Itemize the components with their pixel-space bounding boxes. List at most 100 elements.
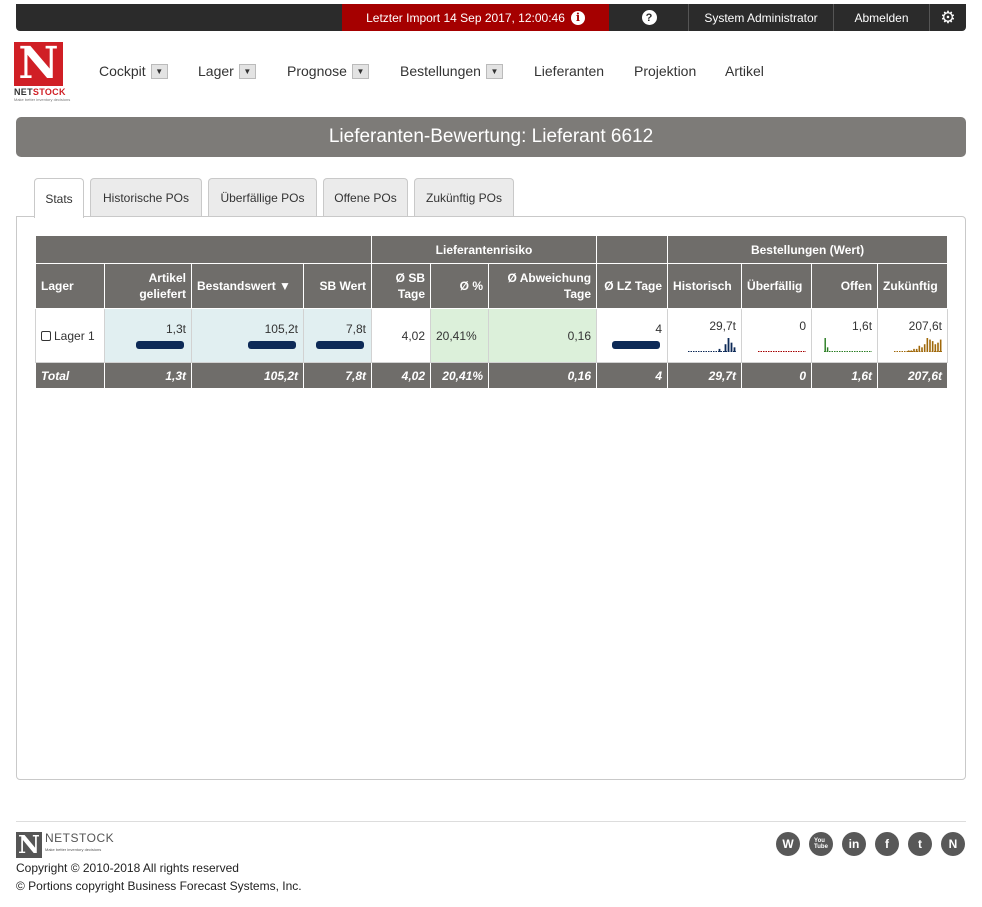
last-import-text: Letzter Import 14 Sep 2017, 12:00:46 (366, 10, 565, 25)
sparkline-bar (939, 339, 942, 352)
col-header-offen[interactable]: Offen (811, 263, 879, 309)
cell-ueberfaellig[interactable]: 0 (741, 308, 813, 363)
total-sb-tage: 4,02 (371, 362, 431, 389)
col-header-artikel[interactable]: Artikel geliefert (104, 263, 192, 309)
footer-copyright: Copyright © 2010-2018 All rights reserve… (16, 859, 302, 895)
sparkline-bar (727, 338, 730, 352)
col-header-historisch[interactable]: Historisch (667, 263, 743, 309)
value-bar (316, 341, 364, 349)
sparkline-bar (907, 350, 910, 352)
sparkline-offen (824, 338, 873, 352)
col-header-zukuenftig[interactable]: Zukünftig (877, 263, 949, 309)
nav-item-artikel[interactable]: Artikel (725, 60, 764, 82)
col-header-bestandswert[interactable]: Bestandswert ▼ (191, 263, 304, 309)
nav-item-prognose[interactable]: Prognose ▼ (287, 60, 369, 82)
cell-pct: 20,41% (430, 308, 489, 363)
netstock-icon[interactable]: N (941, 832, 965, 856)
help-button[interactable]: ? (609, 4, 689, 31)
value-bar (136, 341, 184, 349)
nav-item-label: Cockpit (99, 63, 146, 79)
tab-offene-pos[interactable]: Offene POs (323, 178, 408, 217)
total-lz-tage: 4 (596, 362, 669, 389)
value: 1,6t (852, 319, 873, 333)
col-header-ueberfaellig[interactable]: Überfällig (741, 263, 813, 309)
cell-zukuenftig[interactable]: 207,6t (877, 308, 949, 363)
col-header-pct[interactable]: Ø % (430, 263, 489, 309)
question-icon: ? (641, 10, 657, 25)
sparkline-bar (923, 344, 926, 352)
page-title: Lieferanten-Bewertung: Lieferant 6612 (16, 117, 966, 157)
linkedin-icon[interactable]: in (842, 832, 866, 856)
total-zukuenftig: 207,6t (877, 362, 949, 389)
twitter-icon[interactable]: t (908, 832, 932, 856)
group-header-empty (596, 235, 669, 264)
sparkline-bar (931, 341, 934, 352)
value: 7,8t (345, 322, 366, 336)
nav-item-label: Projektion (634, 63, 697, 79)
value-bar (612, 341, 661, 349)
group-header-empty (35, 235, 372, 264)
sparkline-bar (730, 342, 733, 352)
row-checkbox[interactable] (41, 330, 51, 341)
nav-item-bestellungen[interactable]: Bestellungen ▼ (400, 60, 503, 82)
nav-item-label: Prognose (287, 63, 347, 79)
cell-lager[interactable]: Lager 1 (35, 308, 105, 363)
sparkline-bar (913, 348, 915, 352)
total-sb-wert: 7,8t (303, 362, 372, 389)
col-header-sb-tage[interactable]: Ø SB Tage (371, 263, 431, 309)
nav-item-projektion[interactable]: Projektion (634, 60, 696, 82)
wordpress-icon[interactable]: W (776, 832, 800, 856)
chevron-down-icon[interactable]: ▼ (150, 63, 168, 79)
total-offen: 1,6t (811, 362, 879, 389)
nav-item-lieferanten[interactable]: Lieferanten (534, 60, 604, 82)
nav-item-cockpit[interactable]: Cockpit ▼ (99, 60, 168, 82)
sparkline-bar (926, 338, 929, 352)
cell-sb-tage: 4,02 (371, 308, 431, 363)
sparkline-bar (910, 350, 913, 352)
cell-sb-wert: 7,8t (303, 308, 372, 363)
logo-wordmark: NETSTOCK (14, 87, 66, 97)
tab-zukuenftig-pos[interactable]: Zukünftig POs (414, 178, 514, 217)
sparkline-bar (718, 348, 721, 352)
value: 105,2t (264, 322, 298, 336)
sparkline-zukuenftig (894, 338, 943, 352)
total-pct: 20,41% (430, 362, 489, 389)
logout-button[interactable]: Abmelden (834, 4, 929, 31)
sparkline-bar (824, 338, 826, 352)
col-header-lz-tage[interactable]: Ø LZ Tage (596, 263, 669, 309)
top-bar: Letzter Import 14 Sep 2017, 12:00:46 i ?… (16, 4, 966, 31)
sparkline-bar (921, 347, 923, 352)
sparkline-ueberfaellig (758, 351, 807, 352)
sparkline-bar (929, 339, 931, 352)
tab-stats[interactable]: Stats (34, 178, 84, 218)
info-icon[interactable]: i (570, 10, 585, 25)
gear-icon[interactable]: ⚙ (930, 4, 966, 31)
chevron-down-icon[interactable]: ▼ (485, 63, 503, 79)
youtube-icon[interactable]: You Tube (809, 832, 833, 856)
cell-bestandswert: 105,2t (191, 308, 304, 363)
col-header-sb-wert[interactable]: SB Wert (303, 263, 372, 309)
footer-logo-mark: N (16, 832, 42, 858)
tab-ueberfaellige-pos[interactable]: Überfällige POs (208, 178, 317, 217)
netstock-logo[interactable]: N NETSTOCK Make better inventory decisio… (14, 42, 70, 104)
col-header-lager[interactable]: Lager (35, 263, 105, 309)
tab-historische-pos[interactable]: Historische POs (90, 178, 202, 217)
chevron-down-icon[interactable]: ▼ (238, 63, 256, 79)
value-bar (248, 341, 296, 349)
table-row: Lager 1 1,3t 105,2t 7,8t 4,02 20,41% 0,1… (35, 308, 949, 363)
total-row: Total 1,3t 105,2t 7,8t 4,02 20,41% 0,16 … (35, 362, 949, 389)
facebook-icon[interactable]: f (875, 832, 899, 856)
value: 4 (655, 322, 663, 336)
cell-historisch[interactable]: 29,7t (667, 308, 743, 363)
total-historisch: 29,7t (667, 362, 743, 389)
nav-item-label: Artikel (725, 63, 764, 79)
cell-offen[interactable]: 1,6t (811, 308, 879, 363)
group-header-orders: Bestellungen (Wert) (667, 235, 949, 264)
last-import-status: Letzter Import 14 Sep 2017, 12:00:46 i (342, 4, 609, 31)
nav-item-label: Bestellungen (400, 63, 481, 79)
nav-item-lager[interactable]: Lager ▼ (198, 60, 256, 82)
user-menu[interactable]: System Administrator (689, 4, 833, 31)
col-header-abweichung[interactable]: Ø Abweichung Tage (487, 263, 598, 309)
sparkline-bar (915, 348, 918, 352)
chevron-down-icon[interactable]: ▼ (351, 63, 369, 79)
